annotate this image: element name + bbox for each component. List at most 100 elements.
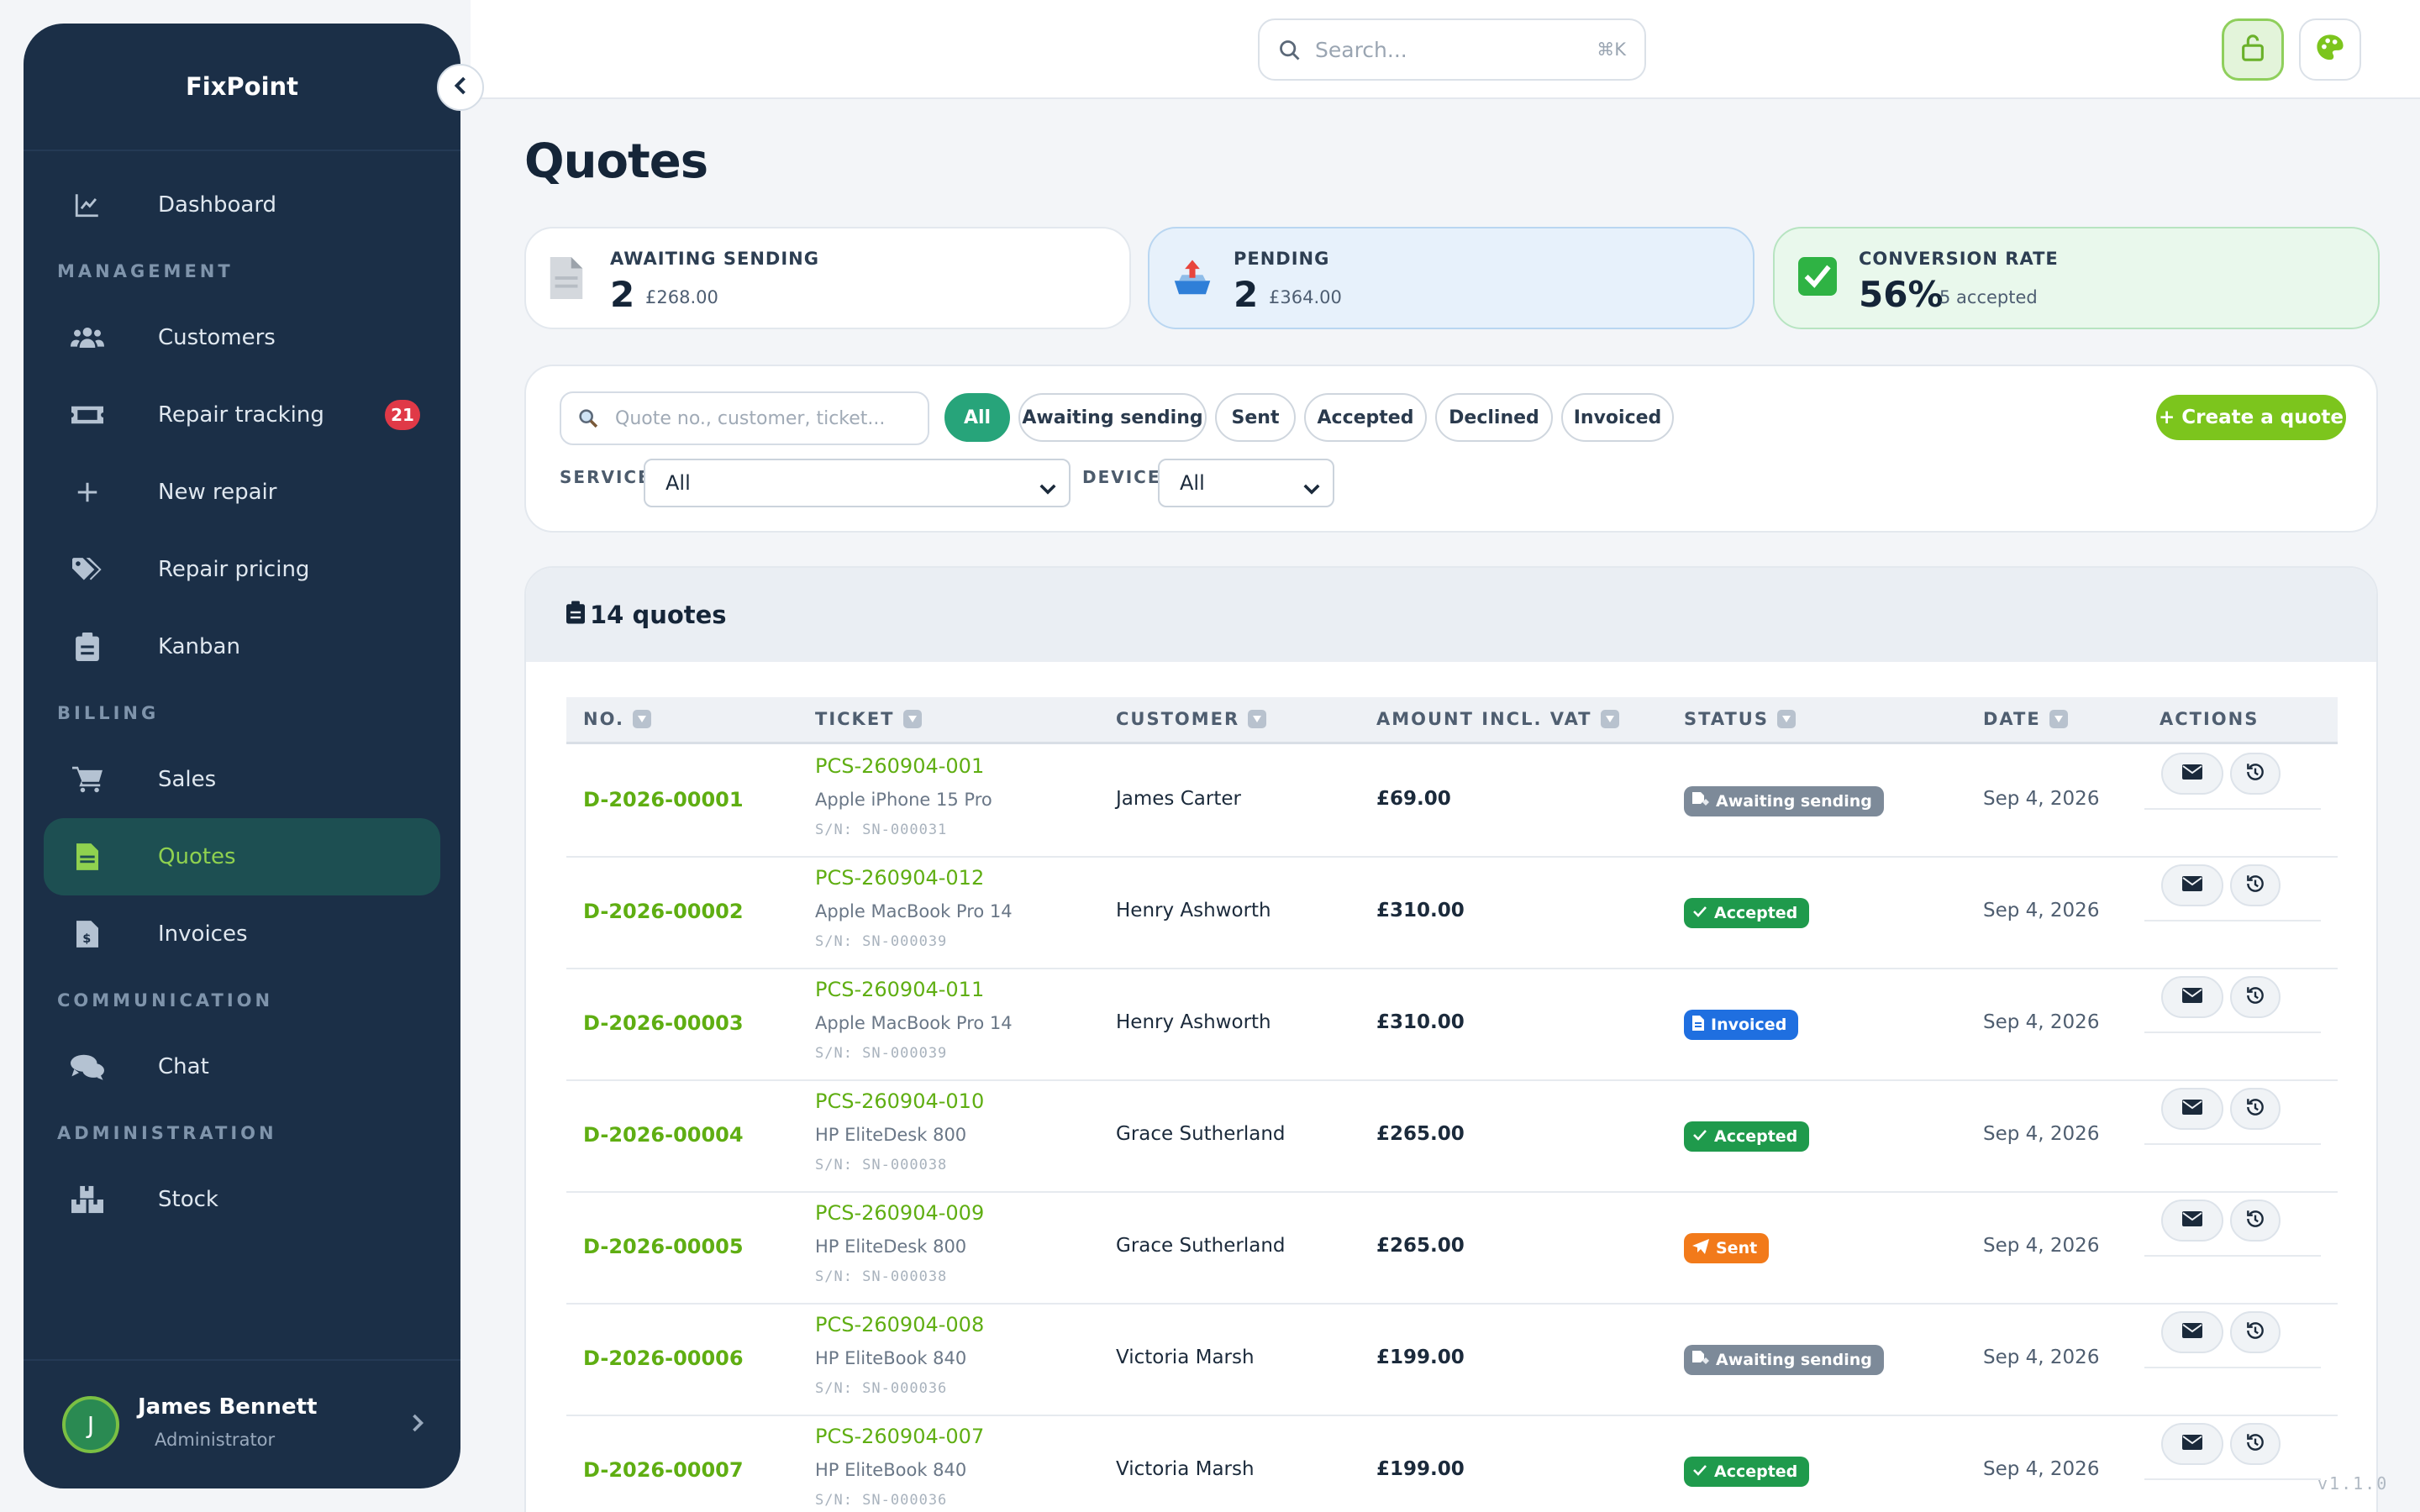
column-header-actions: ACTIONS <box>2160 709 2260 729</box>
chevron-down-icon <box>1302 477 1321 501</box>
ticket-link[interactable]: PCS-260904-008 <box>815 1313 984 1336</box>
comments-icon <box>71 1050 104 1084</box>
quote-number-link[interactable]: D-2026-00002 <box>583 900 744 923</box>
column-header-amount[interactable]: AMOUNT INCL. VAT <box>1376 709 1619 729</box>
history-button[interactable] <box>2230 753 2281 795</box>
quote-date: Sep 4, 2026 <box>1983 1123 2100 1145</box>
service-filter-label: SERVICE <box>560 467 651 487</box>
stat-conversion-rate[interactable]: CONVERSION RATE 56% 5 accepted <box>1773 227 2380 329</box>
status-label: Sent <box>1716 1239 1758 1257</box>
sidebar-item-repair-pricing[interactable]: Repair pricing <box>44 531 440 608</box>
global-search-input[interactable]: Search... ⌘K <box>1258 18 1646 81</box>
quote-number-link[interactable]: D-2026-00003 <box>583 1011 744 1035</box>
quote-number-link[interactable]: D-2026-00001 <box>583 788 744 811</box>
filter-chip-invoiced[interactable]: Invoiced <box>1561 393 1674 442</box>
send-email-button[interactable] <box>2161 1200 2223 1242</box>
history-button[interactable] <box>2230 1088 2281 1130</box>
device-select[interactable]: All <box>1158 459 1334 507</box>
collapse-sidebar-button[interactable] <box>437 64 484 111</box>
column-header-status[interactable]: STATUS <box>1684 709 1796 729</box>
status-label: Accepted <box>1714 1127 1798 1146</box>
sidebar-item-repair-tracking[interactable]: Repair tracking 21 <box>44 376 440 454</box>
history-button[interactable] <box>2230 1200 2281 1242</box>
quote-number-link[interactable]: D-2026-00004 <box>583 1123 744 1147</box>
stat-awaiting-sending[interactable]: AWAITING SENDING 2 £268.00 <box>524 227 1131 329</box>
quote-search-input[interactable]: Quote no., customer, ticket... <box>560 391 929 445</box>
document-icon <box>550 257 590 301</box>
sidebar-item-kanban[interactable]: Kanban <box>44 608 440 685</box>
column-header-ticket[interactable]: TICKET <box>815 709 922 729</box>
service-select-value: All <box>666 471 691 495</box>
theme-button[interactable] <box>2299 18 2361 81</box>
filter-chip-accepted[interactable]: Accepted <box>1304 393 1427 442</box>
service-select[interactable]: All <box>644 459 1071 507</box>
ticket-link[interactable]: PCS-260904-009 <box>815 1201 984 1225</box>
ticket-link[interactable]: PCS-260904-011 <box>815 978 984 1001</box>
envelope-icon <box>2182 764 2202 783</box>
table-row[interactable]: D-2026-00006 PCS-260904-008 HP EliteBook 8… <box>566 1305 2338 1416</box>
filter-chip-declined[interactable]: Declined <box>1435 393 1553 442</box>
customer-name: James Carter <box>1116 788 1241 810</box>
lock-button[interactable] <box>2222 18 2284 81</box>
filter-chip-awaiting-sending[interactable]: Awaiting sending <box>1018 393 1207 442</box>
sort-icon <box>902 710 922 728</box>
stat-pending[interactable]: PENDING 2 £364.00 <box>1148 227 1754 329</box>
actions-divider <box>2144 1367 2321 1368</box>
sidebar-item-label: Kanban <box>158 634 240 659</box>
filter-chip-all[interactable]: All <box>944 393 1010 442</box>
sidebar-item-chat[interactable]: Chat <box>44 1028 440 1105</box>
app-logo[interactable]: FixPoint <box>24 24 460 151</box>
table-row[interactable]: D-2026-00007 PCS-260904-007 HP EliteBook 8… <box>566 1416 2338 1512</box>
history-button[interactable] <box>2230 976 2281 1018</box>
sidebar-nav: Dashboard MANAGEMENT Customers Repair tr… <box>24 166 460 1238</box>
history-button[interactable] <box>2230 1423 2281 1465</box>
invoice-icon: $ <box>71 917 104 951</box>
device-name: HP EliteDesk 800 <box>815 1236 967 1257</box>
device-name: Apple MacBook Pro 14 <box>815 1013 1013 1033</box>
sidebar-item-new-repair[interactable]: New repair <box>44 454 440 531</box>
sort-icon <box>2049 710 2068 728</box>
history-button[interactable] <box>2230 1311 2281 1353</box>
ticket-link[interactable]: PCS-260904-010 <box>815 1089 984 1113</box>
chevron-left-icon <box>453 76 468 99</box>
sidebar-item-customers[interactable]: Customers <box>44 299 440 376</box>
send-email-button[interactable] <box>2161 1311 2223 1353</box>
create-quote-button[interactable]: + Create a quote <box>2156 395 2346 440</box>
quote-number-link[interactable]: D-2026-00007 <box>583 1458 744 1482</box>
sidebar-item-stock[interactable]: Stock <box>44 1161 440 1238</box>
column-header-date[interactable]: DATE <box>1983 709 2068 729</box>
ticket-link[interactable]: PCS-260904-007 <box>815 1425 984 1448</box>
section-title-communication: COMMUNICATION <box>57 990 274 1011</box>
table-row[interactable]: D-2026-00005 PCS-260904-009 HP EliteDesk 8… <box>566 1193 2338 1305</box>
envelope-icon <box>2182 1100 2202 1118</box>
column-label: STATUS <box>1684 709 1769 729</box>
unlock-icon <box>2240 34 2265 66</box>
quote-date: Sep 4, 2026 <box>1983 1011 2100 1033</box>
send-email-button[interactable] <box>2161 753 2223 795</box>
history-icon <box>2244 761 2266 786</box>
sidebar-item-label: Quotes <box>158 844 236 869</box>
ticket-link[interactable]: PCS-260904-012 <box>815 866 984 890</box>
sidebar-item-sales[interactable]: Sales <box>44 741 440 818</box>
envelope-icon <box>2182 1435 2202 1453</box>
column-header-customer[interactable]: CUSTOMER <box>1116 709 1267 729</box>
send-email-button[interactable] <box>2161 1423 2223 1465</box>
column-header-no[interactable]: NO. <box>583 709 651 729</box>
send-email-button[interactable] <box>2161 976 2223 1018</box>
history-button[interactable] <box>2230 864 2281 906</box>
sidebar-item-quotes[interactable]: Quotes <box>44 818 440 895</box>
table-row[interactable]: D-2026-00002 PCS-260904-012 Apple MacBook … <box>566 858 2338 969</box>
ticket-link[interactable]: PCS-260904-001 <box>815 754 984 778</box>
table-row[interactable]: D-2026-00003 PCS-260904-011 Apple MacBook … <box>566 969 2338 1081</box>
send-email-button[interactable] <box>2161 864 2223 906</box>
sidebar-item-dashboard[interactable]: Dashboard <box>44 166 440 244</box>
sidebar-item-invoices[interactable]: $ Invoices <box>44 895 440 973</box>
user-profile[interactable]: J James Bennett Administrator <box>24 1359 460 1488</box>
quote-number-link[interactable]: D-2026-00006 <box>583 1347 744 1370</box>
send-email-button[interactable] <box>2161 1088 2223 1130</box>
table-row[interactable]: D-2026-00001 PCS-260904-001 Apple iPhone 1… <box>566 746 2338 858</box>
quote-number-link[interactable]: D-2026-00005 <box>583 1235 744 1258</box>
clipboard-list-icon <box>566 601 585 630</box>
filter-chip-sent[interactable]: Sent <box>1215 393 1296 442</box>
table-row[interactable]: D-2026-00004 PCS-260904-010 HP EliteDesk 8… <box>566 1081 2338 1193</box>
